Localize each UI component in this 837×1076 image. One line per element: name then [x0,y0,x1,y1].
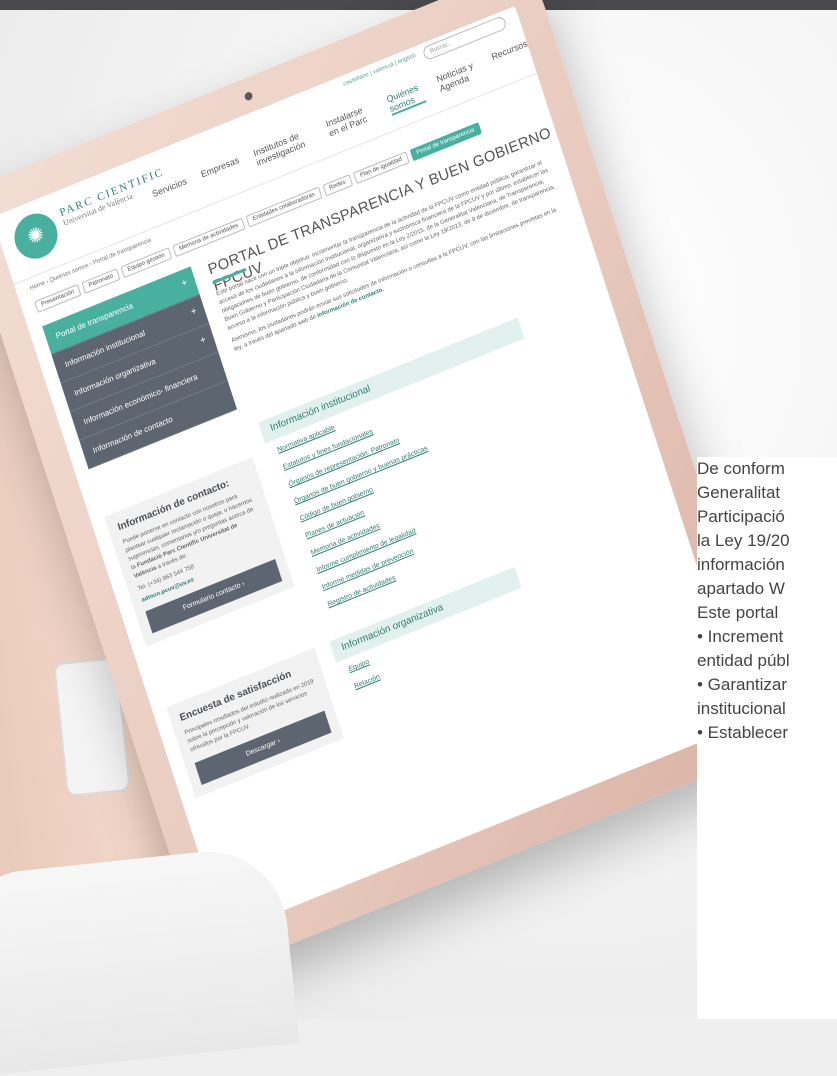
overlay-line: Este portal [697,603,779,622]
overlay-line: • Increment [697,627,784,646]
plus-icon: + [198,334,208,347]
subtab[interactable]: Redes [322,174,354,197]
logo-icon[interactable]: ✺ [8,206,64,266]
nav-item[interactable]: Noticias y Agenda [435,59,482,96]
subtab[interactable]: Presentación [34,283,82,313]
overlay-line: Generalitat [697,483,781,502]
overlay-line: • Garantizar [697,675,788,694]
subtab[interactable]: Plan de igualdad [352,151,410,185]
nav-item[interactable]: Empresas [200,155,244,191]
plus-icon: + [180,277,190,290]
nav-item[interactable]: Instalarse en el Parc [325,101,378,141]
section-link[interactable]: Relación [353,674,380,691]
plus-icon: + [189,305,199,319]
sleeve-illustration [0,843,300,1076]
subtab[interactable]: Patronato [81,268,121,294]
contact-box: Información de contacto: Puede ponerse e… [104,457,295,647]
overlay-line: Participació [697,507,785,526]
overlay-line: la Ley 19/20 [697,531,790,550]
nav-item[interactable]: Recursos [490,38,532,73]
section-links-organizativa: Equipo Relación [348,656,384,701]
overlay-line: información [697,555,785,574]
overlay-line: entidad públ [697,651,790,670]
section-links-institucional: Normativa aplicable Estatutos y fines fu… [277,350,574,619]
nav-item-active[interactable]: Quiénes somos [385,80,428,116]
overlay-line: institucional [697,699,786,718]
overlay-line: De conform [697,459,785,478]
nav-item[interactable]: Institutos de investigación [252,126,316,170]
overlay-text-panel: De conform Generalitat Participació la L… [697,457,837,1019]
overlay-line: apartado W [697,579,785,598]
section-link[interactable]: Equipo [348,656,375,673]
survey-box: Encuesta de satisfacción Principales res… [166,647,344,799]
overlay-line: • Establecer [697,723,788,742]
